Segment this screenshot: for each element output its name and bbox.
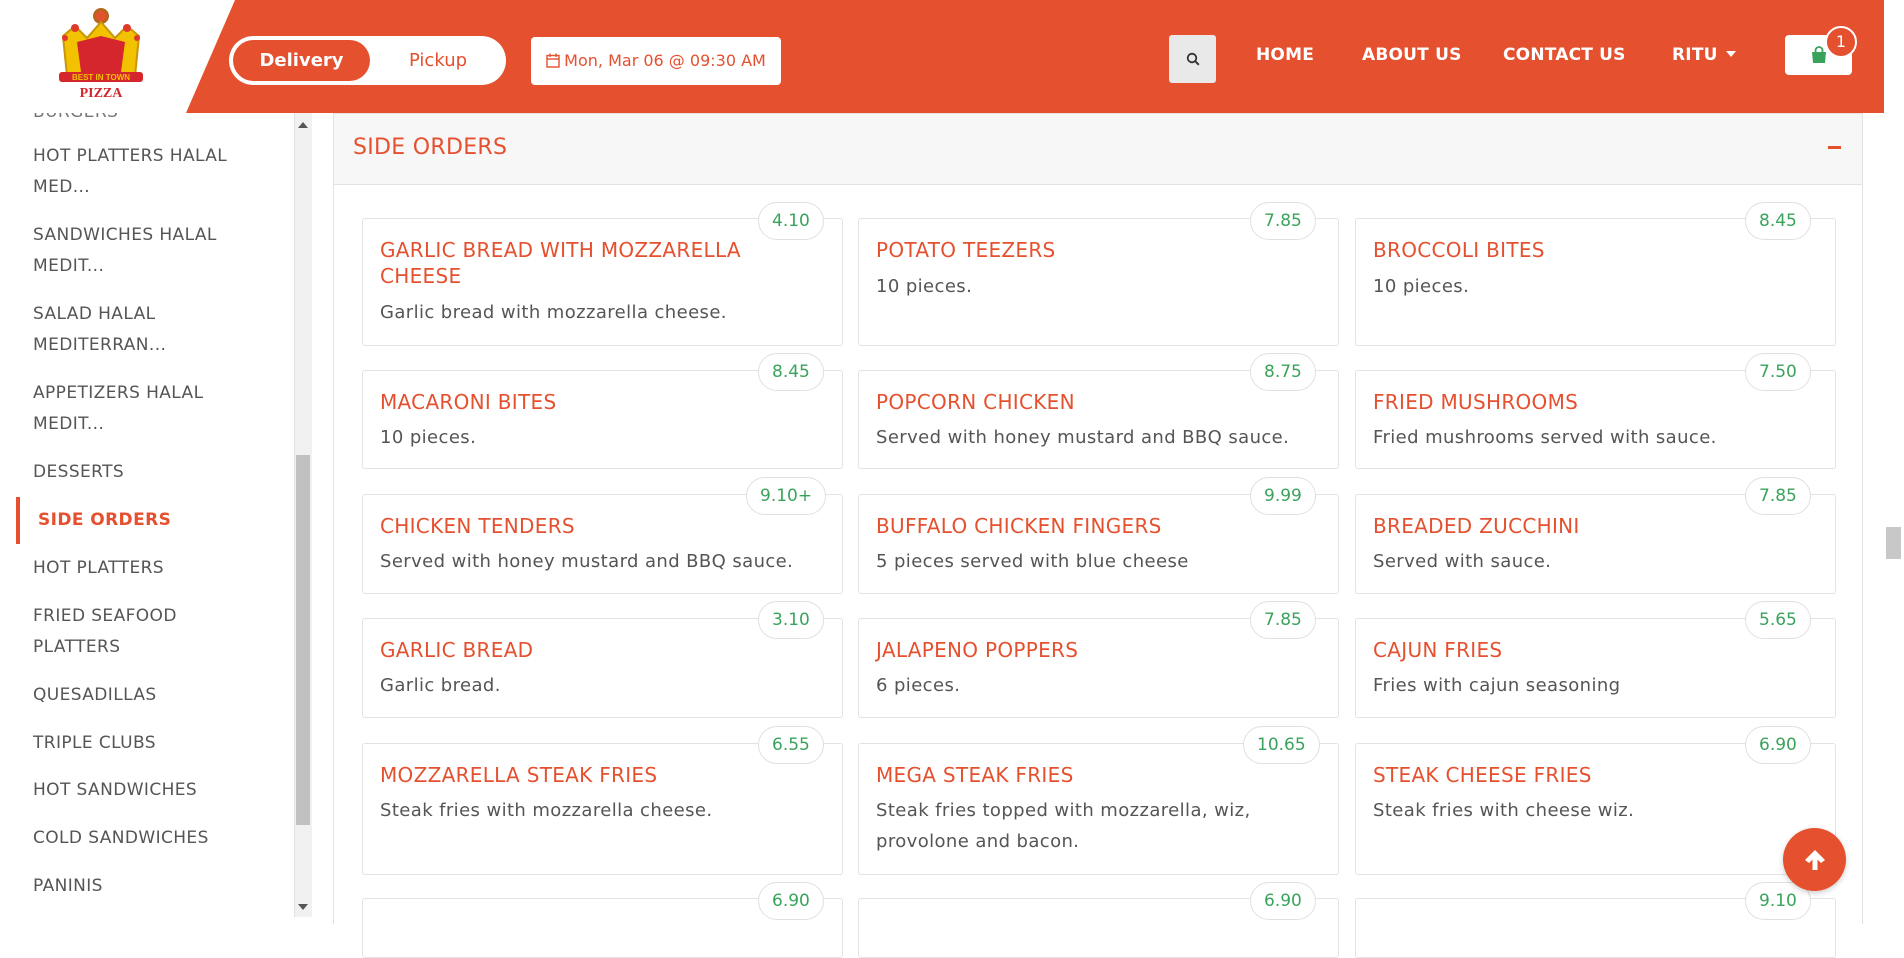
item-price: 3.10: [758, 601, 824, 639]
sidebar-item-cold-sandwiches[interactable]: COLD SANDWICHES: [33, 823, 243, 854]
page-scrollbar[interactable]: [1884, 0, 1904, 917]
user-menu[interactable]: RITU: [1672, 35, 1736, 75]
item-description: 6 pieces.: [876, 675, 961, 696]
item-description: 10 pieces.: [380, 427, 477, 448]
item-description: Fries with cajun seasoning: [1373, 675, 1621, 696]
item-description: Steak fries topped with mozzarella, wiz,…: [876, 800, 1251, 852]
category-sidebar: BURGERS HOT PLATTERS HALAL MED... SANDWI…: [0, 113, 293, 917]
sidebar-item-side-orders[interactable]: SIDE ORDERS: [38, 505, 248, 536]
sidebar-item-hot-platters-halal[interactable]: HOT PLATTERS HALAL MED...: [33, 141, 243, 203]
scroll-to-top-button[interactable]: [1783, 828, 1846, 891]
item-price: 8.45: [1745, 202, 1811, 240]
item-description: 10 pieces.: [876, 276, 973, 297]
item-description: Served with honey mustard and BBQ sauce.: [876, 427, 1290, 448]
item-description: Served with sauce.: [1373, 551, 1552, 572]
sidebar-item-salad-halal[interactable]: SALAD HALAL MEDITERRAN...: [33, 299, 243, 361]
section-header[interactable]: [333, 113, 1863, 185]
sidebar-item-triple-clubs[interactable]: TRIPLE CLUBS: [33, 728, 243, 759]
svg-text:BEST IN TOWN: BEST IN TOWN: [72, 73, 130, 82]
sidebar-item-desserts[interactable]: DESSERTS: [33, 457, 243, 488]
item-name: GARLIC BREAD WITH MOZZARELLA CHEESE: [380, 238, 741, 288]
item-description: 5 pieces served with blue cheese: [876, 551, 1189, 572]
search-button[interactable]: [1169, 35, 1216, 83]
item-name: MACARONI BITES: [380, 390, 557, 414]
top-header: BEST IN TOWN PIZZA Delivery Pickup Mon, …: [0, 0, 1884, 113]
item-description: Fried mushrooms served with sauce.: [1373, 427, 1717, 448]
nav-contact-us[interactable]: CONTACT US: [1503, 35, 1626, 75]
item-price: 6.90: [1250, 882, 1316, 920]
item-name: JALAPENO POPPERS: [876, 638, 1079, 662]
page-scrollbar-thumb[interactable]: [1886, 527, 1901, 559]
nav-about-us[interactable]: ABOUT US: [1362, 35, 1462, 75]
scroll-up-arrow-icon[interactable]: [298, 122, 308, 128]
item-name: MOZZARELLA STEAK FRIES: [380, 763, 658, 787]
item-name: CAJUN FRIES: [1373, 638, 1503, 662]
calendar-icon: [546, 53, 560, 68]
logo[interactable]: BEST IN TOWN PIZZA: [55, 6, 147, 104]
item-name: MEGA STEAK FRIES: [876, 763, 1074, 787]
sidebar-item-quesadillas[interactable]: QUESADILLAS: [33, 680, 243, 711]
item-price: 6.90: [1745, 726, 1811, 764]
sidebar-item-hot-sandwiches[interactable]: HOT SANDWICHES: [33, 775, 243, 806]
delivery-option[interactable]: Delivery: [233, 40, 370, 81]
sidebar-item-paninis[interactable]: PANINIS: [33, 871, 243, 902]
sidebar-item-fried-seafood-platters[interactable]: FRIED SEAFOOD PLATTERS: [33, 601, 243, 663]
logo-area: BEST IN TOWN PIZZA: [0, 0, 235, 113]
item-price: 7.85: [1250, 601, 1316, 639]
cart-count-badge: 1: [1825, 26, 1857, 58]
item-price: 5.65: [1745, 601, 1811, 639]
nav-home[interactable]: HOME: [1256, 35, 1314, 75]
item-name: POTATO TEEZERS: [876, 238, 1056, 262]
svg-text:PIZZA: PIZZA: [80, 86, 124, 101]
item-description: 10 pieces.: [1373, 276, 1470, 297]
item-description: Garlic bread with mozzarella cheese.: [380, 302, 727, 323]
item-name: BREADED ZUCCHINI: [1373, 514, 1580, 538]
pickup-option[interactable]: Pickup: [374, 40, 502, 81]
item-name: BROCCOLI BITES: [1373, 238, 1545, 262]
sidebar-item-sandwiches-halal[interactable]: SANDWICHES HALAL MEDIT...: [33, 220, 243, 282]
item-name: FRIED MUSHROOMS: [1373, 390, 1579, 414]
search-icon: [1186, 52, 1200, 66]
order-date-label: Mon, Mar 06 @ 09:30 AM: [564, 51, 766, 70]
item-name: CHICKEN TENDERS: [380, 514, 575, 538]
order-date-button[interactable]: Mon, Mar 06 @ 09:30 AM: [531, 37, 781, 85]
item-price: 9.10+: [746, 477, 827, 515]
item-price: 6.90: [758, 882, 824, 920]
item-description: Steak fries with mozzarella cheese.: [380, 800, 713, 821]
user-name: RITU: [1672, 45, 1718, 65]
item-price: 8.75: [1250, 353, 1316, 391]
chevron-down-icon: [1725, 51, 1736, 57]
section-title: SIDE ORDERS: [353, 135, 508, 160]
item-price: 4.10: [758, 202, 824, 240]
sidebar-item-hot-platters[interactable]: HOT PLATTERS: [33, 553, 243, 584]
item-description: Steak fries with cheese wiz.: [1373, 800, 1635, 821]
item-name: POPCORN CHICKEN: [876, 390, 1075, 414]
item-description: Served with honey mustard and BBQ sauce.: [380, 551, 794, 572]
item-price: 6.55: [758, 726, 824, 764]
item-name: BUFFALO CHICKEN FINGERS: [876, 514, 1162, 538]
item-name: STEAK CHEESE FRIES: [1373, 763, 1592, 787]
item-description: Garlic bread.: [380, 675, 501, 696]
item-price: 9.99: [1250, 477, 1316, 515]
item-name: GARLIC BREAD: [380, 638, 534, 662]
item-price: 7.50: [1745, 353, 1811, 391]
active-indicator: [16, 497, 20, 544]
collapse-minus-icon[interactable]: [1828, 146, 1841, 149]
arrow-up-icon: [1804, 849, 1825, 870]
item-price: 10.65: [1243, 726, 1320, 764]
shopping-bag-icon: [1811, 46, 1826, 63]
scroll-down-arrow-icon[interactable]: [298, 904, 308, 910]
sidebar-item-appetizers-halal[interactable]: APPETIZERS HALAL MEDIT...: [33, 378, 243, 440]
sidebar-item-burgers[interactable]: BURGERS: [33, 113, 243, 128]
sidebar-scrollbar-thumb[interactable]: [296, 455, 310, 825]
item-price: 7.85: [1745, 477, 1811, 515]
item-price: 7.85: [1250, 202, 1316, 240]
item-price: 8.45: [758, 353, 824, 391]
order-mode-toggle: Delivery Pickup: [229, 36, 506, 85]
